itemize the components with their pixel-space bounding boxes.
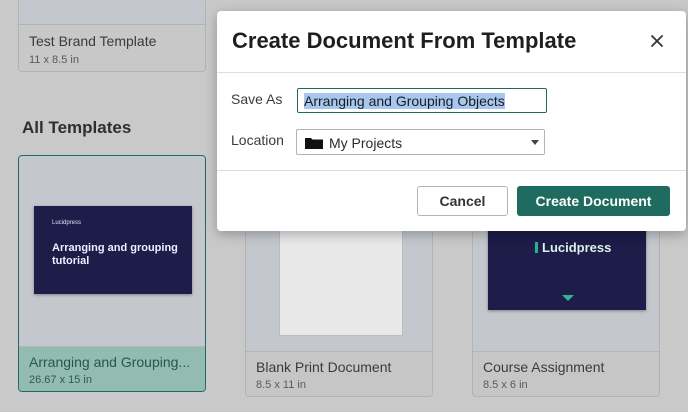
chevron-down-icon — [531, 140, 539, 145]
blank-page-preview — [279, 226, 403, 336]
create-document-button[interactable]: Create Document — [517, 186, 670, 216]
template-meta: Blank Print Document 8.5 x 11 in — [246, 351, 432, 396]
location-value: My Projects — [329, 135, 403, 151]
template-thumbnail: Lucidpress Arranging and grouping tutori… — [19, 156, 205, 348]
slide-brand: Lucidpress — [52, 220, 82, 226]
template-size: 8.5 x 11 in — [256, 379, 306, 391]
template-card-test-brand[interactable]: Test Brand Template 11 x 8.5 in — [18, 0, 206, 72]
template-title: Blank Print Document — [256, 359, 392, 375]
save-as-input[interactable] — [297, 88, 547, 113]
location-label: Location — [231, 132, 284, 148]
location-select[interactable]: My Projects — [296, 129, 545, 155]
section-title: All Templates — [22, 118, 132, 137]
folder-icon — [305, 138, 323, 149]
dialog-divider — [217, 170, 686, 171]
template-thumbnail — [19, 0, 205, 25]
arrow-down-icon — [562, 295, 574, 301]
dialog-title: Create Document From Template — [232, 28, 577, 53]
template-meta: Arranging and Grouping... 26.67 x 15 in — [19, 346, 205, 391]
create-document-dialog: Create Document From Template Save As Lo… — [217, 11, 686, 231]
template-size: 26.67 x 15 in — [29, 374, 92, 386]
template-title: Course Assignment — [483, 359, 605, 375]
slide-headline: Arranging and grouping tutorial — [52, 242, 178, 267]
template-size: 8.5 x 6 in — [483, 379, 528, 391]
template-title: Arranging and Grouping... — [29, 354, 191, 370]
template-card-arranging-grouping[interactable]: Lucidpress Arranging and grouping tutori… — [18, 155, 206, 392]
template-size: 11 x 8.5 in — [29, 54, 79, 66]
cancel-button[interactable]: Cancel — [417, 186, 508, 216]
save-as-label: Save As — [231, 91, 283, 107]
close-icon — [651, 35, 663, 47]
slide-preview: Lucidpress Arranging and grouping tutori… — [34, 206, 192, 294]
template-title: Test Brand Template — [29, 33, 157, 49]
close-button[interactable] — [647, 31, 667, 51]
slide-logo-text: Lucidpress — [542, 240, 612, 255]
template-meta: Course Assignment 8.5 x 6 in — [473, 351, 659, 396]
dialog-divider — [217, 72, 686, 73]
